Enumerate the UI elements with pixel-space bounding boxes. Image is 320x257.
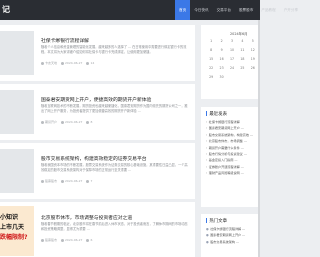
calendar-day[interactable]: 2 bbox=[216, 39, 226, 43]
eye-icon bbox=[86, 120, 90, 124]
nav-item-accounts[interactable]: 户开分享 bbox=[280, 0, 302, 20]
banner-text: 上市几天 bbox=[0, 224, 25, 231]
calendar-day[interactable]: 22 bbox=[206, 66, 216, 70]
calendar-day[interactable]: 30 bbox=[216, 75, 226, 79]
calendar-day[interactable]: 19 bbox=[248, 57, 258, 61]
clock-icon bbox=[61, 61, 65, 65]
recent-posts-list: 社保卡绑银行流程详解 国泰君安期货网上开户 ... 股市交易系统架构，构建高效 … bbox=[206, 119, 258, 177]
nav-item-stocks[interactable]: 股票股市 bbox=[235, 0, 257, 20]
article-title[interactable]: 国泰君安期货网上开户，便捷高效的期货开户新体验 bbox=[41, 96, 151, 103]
nav-item-home[interactable]: 首页 bbox=[175, 0, 191, 20]
hot-posts-heading: 热门文章 bbox=[206, 218, 227, 224]
article-card[interactable]: 股市交易系统架构，构建高效稳定的证券交易平台 随着我国资本市场的不断发展，股票交… bbox=[0, 143, 195, 199]
calendar-day[interactable]: 3 bbox=[227, 39, 237, 43]
article-excerpt: 随着春节假期的临近，北京股市将在春节前后进入休市状态，对于投资者而言，了解休市期… bbox=[41, 222, 188, 231]
article-excerpt: 随着个人信息和资金管理的智能化发展，越来越多的人选择了 ... 在日常使用中需要… bbox=[41, 45, 187, 54]
article-date: 2024-06-27 bbox=[65, 61, 83, 65]
calendar-day[interactable]: 25 bbox=[237, 66, 247, 70]
page-scrollbar[interactable] bbox=[258, 20, 260, 257]
article-views: 7 bbox=[90, 179, 93, 183]
hot-posts-list: 社保卡绑银行流程详解 ... 国泰君安期货网上开户 ... 股市交易系统架构 .… bbox=[206, 226, 258, 245]
calendar-day[interactable]: 18 bbox=[237, 57, 247, 61]
calendar-day[interactable]: 10 bbox=[227, 48, 237, 52]
category-icon bbox=[41, 179, 44, 183]
category-icon bbox=[41, 61, 44, 65]
clock-icon bbox=[61, 120, 65, 124]
hot-posts-widget: 热门文章 社保卡绑银行流程详解 ... 国泰君安期货网上开户 ... 股市交易系… bbox=[201, 214, 260, 257]
article-views: 8 bbox=[90, 120, 93, 124]
eye-icon bbox=[86, 179, 90, 183]
article-date: 2024-06-27 bbox=[65, 179, 83, 183]
calendar-day[interactable]: 23 bbox=[216, 66, 226, 70]
article-date: 2024-06-27 bbox=[65, 120, 83, 124]
article-meta: 卡友天地 2024-06-27 14 bbox=[41, 61, 94, 65]
eye-icon bbox=[86, 61, 90, 65]
recent-post-link[interactable]: 理财产品风险等级说明 ... bbox=[206, 170, 258, 176]
article-thumbnail[interactable] bbox=[0, 31, 34, 75]
calendar-day[interactable]: 4 bbox=[237, 39, 247, 43]
category-icon bbox=[41, 120, 44, 124]
article-category[interactable]: 股票股市 bbox=[45, 238, 57, 242]
article-title[interactable]: 北京股市休市，市场调整与投资者应对之道 bbox=[41, 214, 132, 221]
calendar-day[interactable]: 15 bbox=[206, 57, 216, 61]
article-date: 2024-06-27 bbox=[65, 238, 83, 242]
calendar-grid: 1 2 3 4 5 8 9 10 11 12 15 16 17 18 19 22… bbox=[206, 39, 258, 79]
article-category[interactable]: 期货开户 bbox=[45, 120, 57, 124]
calendar-widget: 2024年6月 1 2 3 4 5 8 9 10 11 12 15 16 17 … bbox=[201, 25, 260, 99]
article-excerpt: 随着我国资本市场的不断发展，股票交易系统作为证券交易的核心基础设施，其重要性日益… bbox=[41, 163, 188, 172]
calendar-day[interactable]: 8 bbox=[206, 48, 216, 52]
top-navbar: 记 首页 今日快讯 交易平台 股票股市 产品教程 户开分享 bbox=[0, 0, 298, 20]
clock-icon bbox=[61, 179, 65, 183]
eye-icon bbox=[86, 238, 90, 242]
calendar-day[interactable]: 5 bbox=[248, 39, 258, 43]
clock-icon bbox=[61, 238, 65, 242]
article-views: 6 bbox=[90, 238, 93, 242]
calendar-day[interactable]: 26 bbox=[248, 66, 258, 70]
calendar-day[interactable]: 16 bbox=[216, 57, 226, 61]
calendar-day[interactable]: 11 bbox=[237, 48, 247, 52]
site-logo[interactable]: 记 bbox=[2, 4, 10, 15]
article-title[interactable]: 股市交易系统架构，构建高效稳定的证券交易平台 bbox=[41, 155, 147, 162]
banner-text: 小知识 bbox=[0, 214, 19, 221]
article-views: 14 bbox=[90, 61, 95, 65]
calendar-day[interactable]: 29 bbox=[206, 75, 216, 79]
nav-item-tutorials[interactable]: 产品教程 bbox=[257, 0, 279, 20]
main-nav: 首页 今日快讯 交易平台 股票股市 产品教程 户开分享 bbox=[175, 0, 302, 20]
article-category[interactable]: 卡友天地 bbox=[45, 61, 57, 65]
article-meta: 期货开户 2024-06-27 8 bbox=[41, 120, 92, 124]
calendar-day[interactable]: 24 bbox=[227, 66, 237, 70]
hot-post-link[interactable]: 股市交易系统架构 ... bbox=[206, 239, 258, 245]
article-excerpt: 随着互联网技术的不断发展，期货投资也越来越便捷化，国泰君安期货作为国内领先的期货… bbox=[41, 104, 188, 113]
calendar-day[interactable]: 9 bbox=[216, 48, 226, 52]
article-card[interactable]: 社保卡绑银行流程详解 随着个人信息和资金管理的智能化发展，越来越多的人选择了 .… bbox=[0, 25, 195, 81]
category-icon bbox=[41, 238, 44, 242]
nav-item-news[interactable]: 今日快讯 bbox=[190, 0, 212, 20]
calendar-title: 2024年6月 bbox=[230, 32, 248, 36]
article-meta: 股票股市 2024-06-27 7 bbox=[41, 179, 92, 183]
article-list: 社保卡绑银行流程详解 随着个人信息和资金管理的智能化发展，越来越多的人选择了 .… bbox=[0, 20, 195, 257]
recent-posts-heading: 最近发表 bbox=[206, 111, 227, 117]
nav-item-trading[interactable]: 交易平台 bbox=[213, 0, 235, 20]
article-card[interactable]: 小知识 上市几天 跌幅限制? 北京股市休市，市场调整与投资者应对之道 随着春节假… bbox=[0, 202, 195, 257]
article-thumbnail[interactable] bbox=[0, 149, 34, 193]
article-category[interactable]: 股票股市 bbox=[45, 179, 57, 183]
calendar-day[interactable]: 12 bbox=[248, 48, 258, 52]
calendar-day[interactable]: 1 bbox=[206, 39, 216, 43]
article-meta: 股票股市 2024-06-27 6 bbox=[41, 238, 92, 242]
article-title[interactable]: 社保卡绑银行流程详解 bbox=[41, 37, 89, 44]
banner-text: 跌幅限制? bbox=[0, 234, 28, 241]
article-banner-image[interactable]: 小知识 上市几天 跌幅限制? bbox=[0, 206, 34, 256]
article-card[interactable]: 国泰君安期货网上开户，便捷高效的期货开户新体验 随着互联网技术的不断发展，期货投… bbox=[0, 84, 195, 140]
calendar-day[interactable]: 17 bbox=[227, 57, 237, 61]
article-thumbnail[interactable] bbox=[0, 90, 34, 134]
recent-posts-widget: 最近发表 社保卡绑银行流程详解 国泰君安期货网上开户 ... 股市交易系统架构，… bbox=[201, 107, 260, 207]
